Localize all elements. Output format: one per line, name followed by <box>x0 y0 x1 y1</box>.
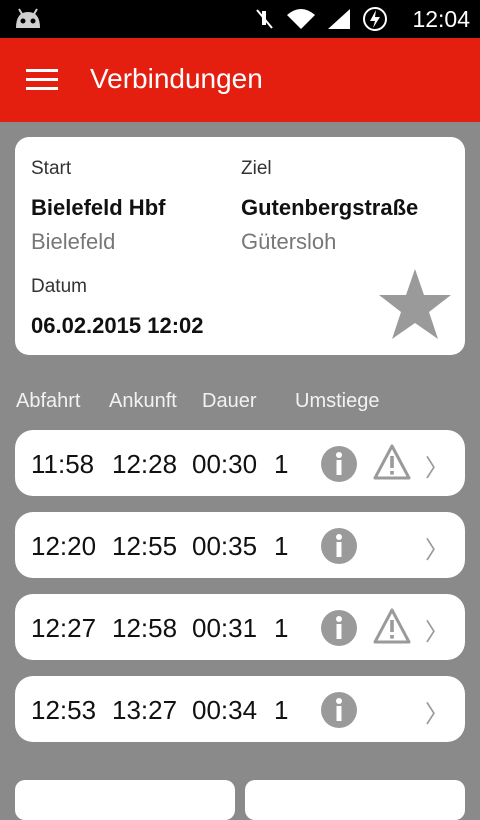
warning-icon[interactable] <box>373 444 411 480</box>
destination-station: Gutenbergstraße <box>241 195 419 220</box>
duration: 00:31 <box>192 613 258 643</box>
mute-icon <box>256 9 273 29</box>
date-label: Datum <box>31 276 87 297</box>
transfers: 1 <box>274 613 289 643</box>
header-arrival: Ankunft <box>109 390 177 412</box>
battery-charging-icon <box>363 7 387 31</box>
destination-label: Ziel <box>241 158 272 179</box>
departure-time: 12:20 <box>31 531 97 561</box>
duration: 00:30 <box>192 449 258 479</box>
connection-row[interactable]: 12:53 13:27 00:34 1 〉 <box>15 676 465 742</box>
duration: 00:35 <box>192 531 258 561</box>
duration: 00:34 <box>192 695 258 725</box>
header-departure: Abfahrt <box>16 390 81 412</box>
start-label: Start <box>31 158 72 179</box>
android-icon <box>16 8 40 28</box>
star-icon[interactable] <box>377 267 453 343</box>
app-bar: Verbindungen <box>0 38 480 122</box>
connection-row[interactable]: 11:58 12:28 00:30 1 〉 <box>15 430 465 496</box>
chevron-right-icon[interactable]: 〉 <box>425 694 449 729</box>
transfers: 1 <box>274 531 289 561</box>
arrival-time: 12:28 <box>112 449 178 479</box>
connection-row[interactable]: 12:20 12:55 00:35 1 〉 <box>15 512 465 578</box>
wifi-icon <box>287 9 315 29</box>
arrival-time: 12:58 <box>112 613 178 643</box>
status-time: 12:04 <box>412 6 470 32</box>
header-duration: Dauer <box>202 390 257 412</box>
signal-icon <box>328 9 350 29</box>
status-bar: 12:04 <box>0 0 480 38</box>
start-station: Bielefeld Hbf <box>31 195 166 220</box>
route-card[interactable]: Start Bielefeld Hbf Bielefeld Ziel Guten… <box>15 137 465 355</box>
transfers: 1 <box>274 449 289 479</box>
departure-time: 12:27 <box>31 613 97 643</box>
bottom-right-button[interactable] <box>245 780 465 820</box>
info-icon[interactable] <box>321 528 357 564</box>
header-transfers: Umstiege <box>295 390 380 412</box>
page-title: Verbindungen <box>90 63 263 94</box>
warning-icon[interactable] <box>373 608 411 644</box>
chevron-right-icon[interactable]: 〉 <box>425 612 449 647</box>
arrival-time: 13:27 <box>112 695 178 725</box>
info-icon[interactable] <box>321 610 357 646</box>
destination-city: Gütersloh <box>241 229 337 254</box>
connection-row[interactable]: 12:27 12:58 00:31 1 〉 <box>15 594 465 660</box>
status-icons <box>252 6 388 32</box>
arrival-time: 12:55 <box>112 531 178 561</box>
departure-time: 12:53 <box>31 695 97 725</box>
date-value: 06.02.2015 12:02 <box>31 313 204 338</box>
bottom-left-button[interactable] <box>15 780 235 820</box>
start-city: Bielefeld <box>31 229 116 254</box>
info-icon[interactable] <box>321 692 357 728</box>
hamburger-menu-icon[interactable] <box>26 69 58 91</box>
info-icon[interactable] <box>321 446 357 482</box>
chevron-right-icon[interactable]: 〉 <box>425 448 449 483</box>
chevron-right-icon[interactable]: 〉 <box>425 530 449 565</box>
departure-time: 11:58 <box>31 449 95 479</box>
transfers: 1 <box>274 695 289 725</box>
